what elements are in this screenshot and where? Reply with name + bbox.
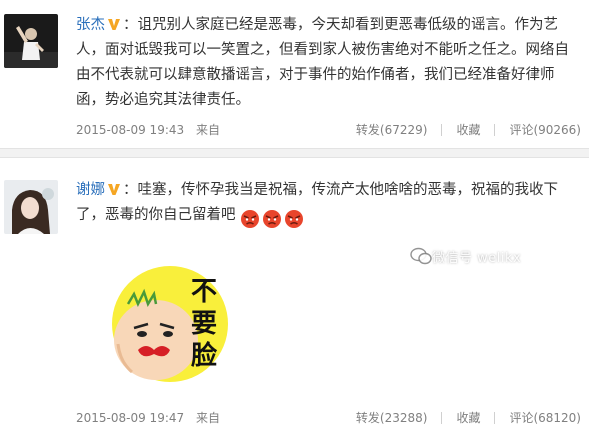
verified-badge-icon	[108, 19, 120, 30]
post-time[interactable]: 2015-08-09 19:47	[76, 408, 184, 428]
favorite-button[interactable]: 收藏	[442, 120, 494, 140]
watermark-text: 微信号 welikx	[432, 250, 522, 266]
sticker-caption-char: 脸	[191, 340, 218, 371]
verified-badge-icon	[108, 184, 120, 195]
post-text: ：哇塞，传怀孕我当是祝福，传流产太他啥啥的恶毒，祝福的我收下了，恶毒的你自己留着…	[76, 182, 558, 223]
post-text: ：诅咒别人家庭已经是恶毒，今天却看到更恶毒低级的谣言。作为艺人，面对诋毁我可以一…	[76, 17, 569, 108]
emoji-group	[240, 207, 306, 232]
avatar[interactable]	[4, 180, 58, 234]
repost-button[interactable]: 转发(67229)	[342, 120, 442, 140]
comment-button[interactable]: 评论(68120)	[495, 408, 581, 428]
repost-button[interactable]: 转发(23288)	[342, 408, 442, 428]
weibo-post-zhangjie: 张杰 ：诅咒别人家庭已经是恶毒，今天却看到更恶毒低级的谣言。作为艺人，面对诋毁我可…	[0, 0, 589, 148]
post-time[interactable]: 2015-08-09 19:43	[76, 120, 184, 140]
post-separator	[0, 148, 589, 158]
wechat-icon	[410, 247, 432, 265]
sticker-caption-char: 不	[191, 277, 217, 307]
username-link[interactable]: 张杰	[76, 17, 105, 33]
angry-emoji-icon	[284, 210, 303, 228]
post-actions: 转发(23288) 收藏 评论(68120)	[342, 408, 581, 428]
post-content: 谢娜 ：哇塞，传怀孕我当是祝福，传流产太他啥啥的恶毒，祝福的我收下了，恶毒的你自己…	[76, 178, 579, 232]
avatar[interactable]	[4, 14, 58, 68]
comment-button[interactable]: 评论(90266)	[495, 120, 581, 140]
angry-emoji-icon	[262, 210, 281, 228]
sticker-image[interactable]: 不 要 脸	[98, 254, 230, 394]
post-footer: 2015-08-09 19:47 来自 转发(23288) 收藏 评论(6812…	[76, 408, 581, 428]
angry-emoji-icon	[240, 210, 259, 228]
username-link[interactable]: 谢娜	[76, 182, 105, 198]
post-source: 来自	[196, 123, 221, 137]
sticker-caption-char: 要	[191, 309, 217, 339]
favorite-button[interactable]: 收藏	[442, 408, 494, 428]
weibo-post-xiena: 谢娜 ：哇塞，传怀孕我当是祝福，传流产太他啥啥的恶毒，祝福的我收下了，恶毒的你自己…	[0, 158, 589, 440]
post-footer: 2015-08-09 19:43 来自 转发(67229) 收藏 评论(9026…	[76, 120, 581, 140]
watermark: 微信号 welikx	[410, 243, 521, 269]
post-actions: 转发(67229) 收藏 评论(90266)	[342, 120, 581, 140]
post-source: 来自	[196, 411, 221, 425]
post-content: 张杰 ：诅咒别人家庭已经是恶毒，今天却看到更恶毒低级的谣言。作为艺人，面对诋毁我可…	[76, 13, 579, 113]
